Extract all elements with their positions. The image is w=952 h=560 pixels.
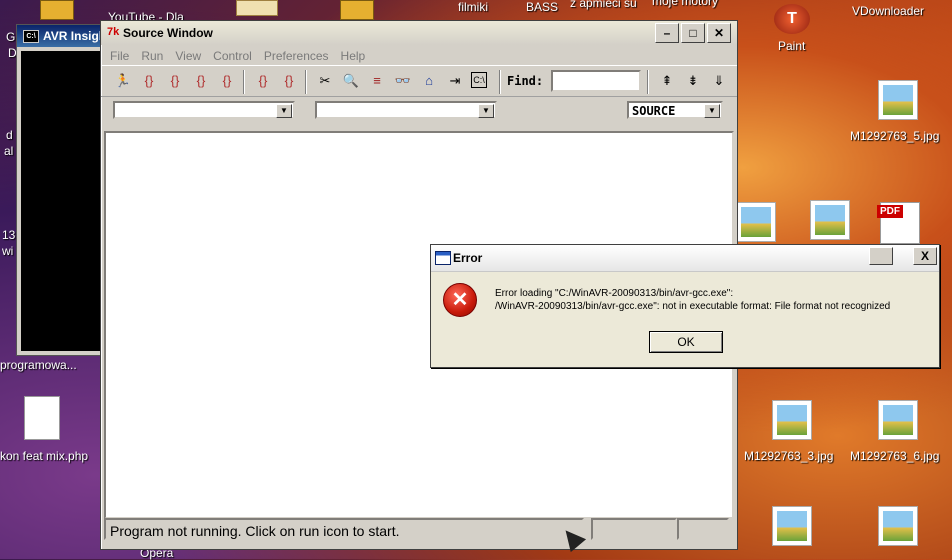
desktop-label-apmieci[interactable]: z apmieci su xyxy=(570,0,637,10)
menu-run[interactable]: Run xyxy=(136,45,168,65)
desktop-label-m6[interactable]: M1292763_6.jpg xyxy=(850,449,939,463)
run-icon[interactable]: 🏃 xyxy=(113,72,133,90)
desktop-label-vdownloader[interactable]: VDownloader xyxy=(852,4,924,18)
continue-icon[interactable]: {} xyxy=(217,72,237,90)
chevron-down-icon[interactable]: ▼ xyxy=(276,104,292,118)
error-minimize-button[interactable] xyxy=(869,247,893,265)
desktop-label-m3[interactable]: M1292763_3.jpg xyxy=(744,449,833,463)
console-icon[interactable]: C:\ xyxy=(471,72,487,88)
desktop-edge-5: 13 xyxy=(2,228,16,242)
registers-icon[interactable]: 👓 xyxy=(393,72,413,90)
watch-icon[interactable]: 🔍 xyxy=(341,72,361,90)
error-title: Error xyxy=(453,251,483,265)
desktop-edge-6: wi xyxy=(2,244,14,258)
desktop-label-motory[interactable]: moje motory xyxy=(652,0,718,8)
error-dialog[interactable]: Error X ✕ Error loading "C:/WinAVR-20090… xyxy=(430,244,940,368)
image-file-icon[interactable] xyxy=(772,400,812,440)
error-icon: ✕ xyxy=(443,283,477,317)
breakpoints-icon[interactable]: ✂ xyxy=(315,72,335,90)
pdf-file-icon[interactable]: PDF xyxy=(877,202,920,244)
file-select[interactable]: ▼ xyxy=(113,101,295,119)
status-field-2 xyxy=(591,518,677,540)
next-icon[interactable]: {} xyxy=(165,72,185,90)
desktop-icon-top1[interactable] xyxy=(40,0,74,20)
image-file-icon[interactable] xyxy=(772,506,812,546)
toolbar-separator xyxy=(243,70,245,94)
menu-bar: File Run View Control Preferences Help xyxy=(101,45,737,65)
close-button[interactable]: ✕ xyxy=(707,23,731,43)
status-field-3 xyxy=(677,518,729,540)
find-label: Find: xyxy=(507,74,544,88)
image-file-icon[interactable] xyxy=(736,202,776,242)
find-input[interactable] xyxy=(551,70,641,92)
menu-view[interactable]: View xyxy=(170,45,206,65)
menu-help[interactable]: Help xyxy=(336,45,371,65)
minimize-button[interactable]: – xyxy=(655,23,679,43)
menu-file[interactable]: File xyxy=(105,45,134,65)
console-icon: C:\ xyxy=(23,30,39,43)
source-mode-value: SOURCE xyxy=(632,104,676,118)
finish-icon[interactable]: {} xyxy=(191,72,211,90)
image-file-icon[interactable] xyxy=(878,80,918,120)
toolbar-separator xyxy=(499,70,501,94)
frame-bottom-icon[interactable]: ⇓ xyxy=(709,72,729,90)
chevron-down-icon[interactable]: ▼ xyxy=(478,104,494,118)
paint-icon[interactable]: T xyxy=(774,4,810,34)
desktop-label-programowa[interactable]: programowa... xyxy=(0,358,77,372)
error-message: Error loading "C:/WinAVR-20090313/bin/av… xyxy=(495,287,890,313)
function-select[interactable]: ▼ xyxy=(315,101,497,119)
toolbar-separator xyxy=(647,70,649,94)
step-icon[interactable]: {} xyxy=(139,72,159,90)
desktop-label-kon[interactable]: kon feat mix.php xyxy=(0,449,88,463)
menu-control[interactable]: Control xyxy=(208,45,257,65)
php-file-icon[interactable] xyxy=(24,396,60,440)
desktop-icon-top2[interactable] xyxy=(236,0,278,16)
stepi-icon[interactable]: {} xyxy=(253,72,273,90)
desktop-label-bass[interactable]: BASS xyxy=(526,0,558,14)
desktop-icon-top3[interactable] xyxy=(340,0,374,20)
image-file-icon[interactable] xyxy=(810,200,850,240)
desktop-label-paint[interactable]: Paint xyxy=(778,39,805,53)
error-close-button[interactable]: X xyxy=(913,247,937,265)
image-file-icon[interactable] xyxy=(878,400,918,440)
desktop-edge-1: G xyxy=(6,30,16,44)
desktop-edge-4: al xyxy=(4,144,14,158)
avr-title: AVR Insigh xyxy=(43,29,107,43)
selects-row: ▼ ▼ SOURCE ▼ xyxy=(101,97,737,125)
image-file-icon[interactable] xyxy=(878,506,918,546)
error-titlebar[interactable]: Error X xyxy=(431,245,939,272)
error-message-line1: Error loading "C:/WinAVR-20090313/bin/av… xyxy=(495,288,734,299)
source-mode-select[interactable]: SOURCE ▼ xyxy=(627,101,723,119)
nexti-icon[interactable]: {} xyxy=(279,72,299,90)
stack-icon[interactable]: ≡ xyxy=(367,72,387,90)
memory-icon[interactable]: ⇥ xyxy=(445,72,465,90)
desktop-edge-3: d xyxy=(6,128,13,142)
toolbar: 🏃 {} {} {} {} {} {} ✂ 🔍 ≡ 👓 ⌂ ⇥ C:\ Find… xyxy=(101,65,737,97)
source-titlebar[interactable]: 7k Source Window – □ ✕ xyxy=(101,21,737,45)
window-icon xyxy=(435,251,451,265)
frame-up-icon[interactable]: ⇞ xyxy=(657,72,677,90)
maximize-button[interactable]: □ xyxy=(681,23,705,43)
error-message-line2: /WinAVR-20090313/bin/avr-gcc.exe": not i… xyxy=(495,301,891,312)
menu-preferences[interactable]: Preferences xyxy=(259,45,334,65)
source-title: Source Window xyxy=(123,26,213,40)
desktop-label-filmiki[interactable]: filmiki xyxy=(458,0,488,14)
desktop-label-m5[interactable]: M1292763_5.jpg xyxy=(850,129,939,143)
status-bar: Program not running. Click on run icon t… xyxy=(104,518,584,540)
chevron-down-icon[interactable]: ▼ xyxy=(704,104,720,118)
ok-button[interactable]: OK xyxy=(649,331,723,353)
tk-feather-icon: 7k xyxy=(107,26,120,38)
frame-down-icon[interactable]: ⇟ xyxy=(683,72,703,90)
home-icon[interactable]: ⌂ xyxy=(419,72,439,90)
toolbar-separator xyxy=(305,70,307,94)
